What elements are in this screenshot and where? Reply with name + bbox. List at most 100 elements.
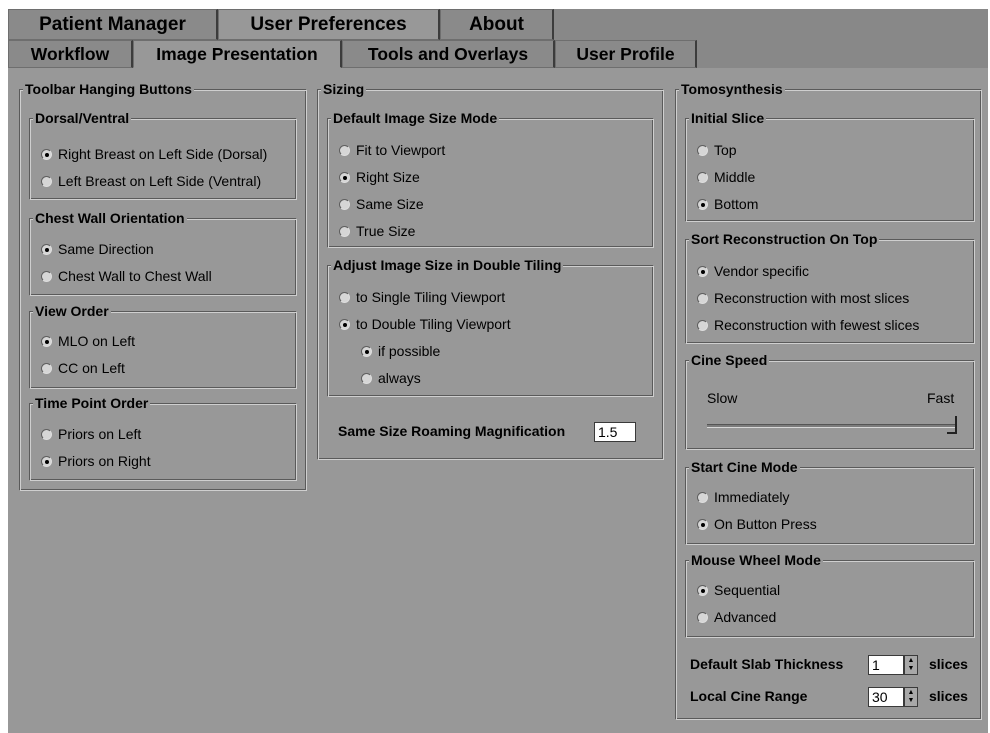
radio-icon <box>339 291 350 303</box>
slab-thickness-unit: slices <box>929 656 968 672</box>
chevron-up-icon: ▲ <box>907 657 915 664</box>
cine-speed-slider-track[interactable] <box>707 424 957 428</box>
radio-checked-icon <box>41 243 52 255</box>
radio-vendor-specific[interactable]: Vendor specific <box>697 261 809 281</box>
radio-checked-icon <box>41 148 52 160</box>
cine-range-input[interactable]: 30 <box>868 687 904 707</box>
radio-checked-icon <box>697 265 708 277</box>
radio-icon <box>41 428 52 440</box>
cine-speed-slider-thumb[interactable] <box>947 416 957 434</box>
default-image-size-mode-title: Default Image Size Mode <box>331 109 500 127</box>
default-image-size-mode-group: Default Image Size Mode Fit to Viewport … <box>327 109 654 248</box>
radio-single-tiling-viewport[interactable]: to Single Tiling Viewport <box>339 287 505 307</box>
slab-thickness-input[interactable]: 1 <box>868 655 904 675</box>
initial-slice-group: Initial Slice Top Middle Bottom <box>685 109 975 222</box>
radio-advanced[interactable]: Advanced <box>697 607 776 627</box>
time-point-order-title: Time Point Order <box>33 394 151 412</box>
radio-chest-wall-to-chest-wall[interactable]: Chest Wall to Chest Wall <box>41 266 212 286</box>
radio-immediately[interactable]: Immediately <box>697 487 789 507</box>
cine-speed-slow-label: Slow <box>707 390 738 406</box>
initial-slice-title: Initial Slice <box>689 109 767 127</box>
toolbar-hanging-buttons-group: Toolbar Hanging Buttons Dorsal/Ventral R… <box>19 80 307 491</box>
sort-reconstruction-on-top-title: Sort Reconstruction On Top <box>689 230 880 248</box>
radio-double-tiling-viewport[interactable]: to Double Tiling Viewport <box>339 314 511 334</box>
radio-top[interactable]: Top <box>697 140 737 160</box>
slab-thickness-spinner[interactable]: ▲ ▼ <box>904 655 918 675</box>
mouse-wheel-mode-title: Mouse Wheel Mode <box>689 551 823 569</box>
radio-icon <box>339 225 350 237</box>
radio-icon <box>697 144 708 156</box>
cine-speed-title: Cine Speed <box>689 351 770 369</box>
radio-icon <box>339 198 350 210</box>
tab-patient-manager[interactable]: Patient Manager <box>8 9 218 40</box>
subtab-user-profile[interactable]: User Profile <box>555 40 697 68</box>
radio-priors-on-left[interactable]: Priors on Left <box>41 424 141 444</box>
tab-user-preferences[interactable]: User Preferences <box>218 9 440 40</box>
cine-range-unit: slices <box>929 688 968 704</box>
radio-sequential[interactable]: Sequential <box>697 580 780 600</box>
subtab-image-presentation[interactable]: Image Presentation <box>133 40 342 68</box>
radio-checked-icon <box>339 318 350 330</box>
radio-icon <box>697 611 708 623</box>
radio-most-slices[interactable]: Reconstruction with most slices <box>697 288 909 308</box>
radio-checked-icon <box>41 335 52 347</box>
radio-always[interactable]: always <box>361 368 421 388</box>
sizing-group: Sizing Default Image Size Mode Fit to Vi… <box>317 80 664 460</box>
radio-right-breast-left-side[interactable]: Right Breast on Left Side (Dorsal) <box>41 144 267 164</box>
radio-checked-icon <box>697 584 708 596</box>
cine-range-spinner[interactable]: ▲ ▼ <box>904 687 918 707</box>
sizing-title: Sizing <box>321 80 367 98</box>
tomosynthesis-title: Tomosynthesis <box>679 80 785 98</box>
chest-wall-orientation-title: Chest Wall Orientation <box>33 209 187 227</box>
dorsal-ventral-group: Dorsal/Ventral Right Breast on Left Side… <box>29 109 297 200</box>
radio-icon <box>339 144 350 156</box>
adjust-image-size-double-tiling-title: Adjust Image Size in Double Tiling <box>331 256 564 274</box>
radio-fit-to-viewport[interactable]: Fit to Viewport <box>339 140 445 160</box>
radio-right-size[interactable]: Right Size <box>339 167 420 187</box>
radio-icon <box>697 171 708 183</box>
image-presentation-panel: Toolbar Hanging Buttons Dorsal/Ventral R… <box>8 68 988 733</box>
chevron-down-icon: ▼ <box>907 697 915 704</box>
radio-icon <box>41 270 52 282</box>
radio-icon <box>697 292 708 304</box>
tab-about[interactable]: About <box>440 9 554 40</box>
start-cine-mode-group: Start Cine Mode Immediately On Button Pr… <box>685 458 975 545</box>
radio-icon <box>41 175 52 187</box>
radio-icon <box>697 319 708 331</box>
dorsal-ventral-title: Dorsal/Ventral <box>33 109 132 127</box>
chest-wall-orientation-group: Chest Wall Orientation Same Direction Ch… <box>29 209 297 296</box>
tomosynthesis-group: Tomosynthesis Initial Slice Top Middle B… <box>675 80 982 720</box>
subtab-workflow[interactable]: Workflow <box>8 40 133 68</box>
adjust-image-size-double-tiling-group: Adjust Image Size in Double Tiling to Si… <box>327 256 654 397</box>
radio-icon <box>41 362 52 374</box>
radio-middle[interactable]: Middle <box>697 167 755 187</box>
radio-icon <box>361 372 372 384</box>
radio-priors-on-right[interactable]: Priors on Right <box>41 451 151 471</box>
view-order-group: View Order MLO on Left CC on Left <box>29 302 297 389</box>
preferences-window: Patient Manager User Preferences About W… <box>8 9 988 733</box>
local-cine-range-label: Local Cine Range <box>690 688 808 704</box>
toolbar-hanging-buttons-title: Toolbar Hanging Buttons <box>23 80 194 98</box>
radio-mlo-on-left[interactable]: MLO on Left <box>41 331 135 351</box>
radio-checked-icon <box>697 518 708 530</box>
radio-checked-icon <box>339 171 350 183</box>
sort-reconstruction-on-top-group: Sort Reconstruction On Top Vendor specif… <box>685 230 975 344</box>
start-cine-mode-title: Start Cine Mode <box>689 458 800 476</box>
time-point-order-group: Time Point Order Priors on Left Priors o… <box>29 394 297 481</box>
radio-same-size[interactable]: Same Size <box>339 194 424 214</box>
radio-checked-icon <box>697 198 708 210</box>
radio-bottom[interactable]: Bottom <box>697 194 758 214</box>
radio-true-size[interactable]: True Size <box>339 221 415 241</box>
radio-same-direction[interactable]: Same Direction <box>41 239 154 259</box>
subtab-tools-and-overlays[interactable]: Tools and Overlays <box>342 40 555 68</box>
radio-checked-icon <box>41 455 52 467</box>
radio-icon <box>697 491 708 503</box>
radio-left-breast-left-side[interactable]: Left Breast on Left Side (Ventral) <box>41 171 261 191</box>
radio-on-button-press[interactable]: On Button Press <box>697 514 817 534</box>
cine-speed-group: Cine Speed Slow Fast <box>685 351 975 450</box>
roaming-magnification-input[interactable]: 1.5 <box>594 422 636 442</box>
radio-cc-on-left[interactable]: CC on Left <box>41 358 125 378</box>
radio-checked-icon <box>361 345 372 357</box>
radio-fewest-slices[interactable]: Reconstruction with fewest slices <box>697 315 919 335</box>
radio-if-possible[interactable]: if possible <box>361 341 440 361</box>
